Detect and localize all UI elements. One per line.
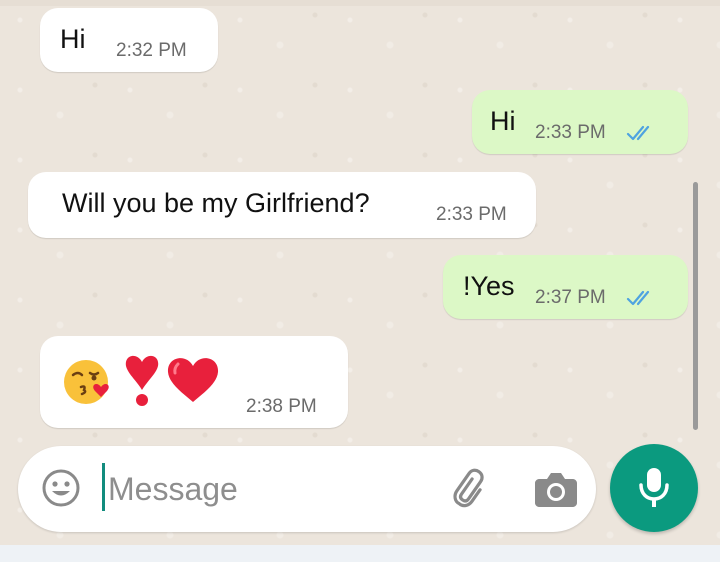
red-heart-emoji [167,358,219,402]
bottom-edge [0,545,720,562]
top-edge [0,0,720,6]
message-time: 2:32 PM [116,40,187,61]
voice-message-button[interactable] [610,444,698,532]
message-text: !Yes [463,271,515,301]
message-time: 2:37 PM [535,287,606,308]
message-bubble-incoming[interactable]: 2:38 PM [40,336,348,428]
paperclip-icon[interactable] [450,467,496,513]
message-time: 2:33 PM [436,204,507,225]
message-bubble-outgoing[interactable]: Hi 2:33 PM [472,90,688,154]
emoji-icon[interactable] [40,467,82,509]
message-bubble-incoming[interactable]: Will you be my Girlfriend? 2:33 PM [28,172,536,238]
message-text: Hi [60,24,86,54]
scrollbar[interactable] [693,182,698,430]
kissing-face-with-heart-emoji [64,360,109,404]
heart-exclamation-emoji [125,355,159,406]
text-cursor [102,463,105,511]
double-check-read-icon [626,290,650,306]
message-bubble-outgoing[interactable]: !Yes 2:37 PM [443,255,688,319]
microphone-icon [639,468,669,507]
message-text: Will you be my Girlfriend? [62,188,370,218]
message-time: 2:33 PM [535,122,606,143]
message-input[interactable] [108,465,438,513]
message-bubble-incoming[interactable]: Hi 2:32 PM [40,8,218,72]
double-check-read-icon [626,125,650,141]
message-time: 2:38 PM [246,396,317,417]
message-text: Hi [490,106,516,136]
camera-icon[interactable] [533,467,579,509]
